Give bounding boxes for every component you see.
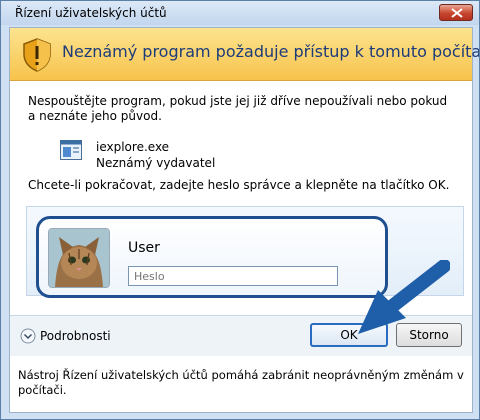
kitten-picture-icon — [49, 229, 109, 287]
username-label: User — [128, 240, 160, 256]
warning-banner: Neznámý program požaduje přístup k tomut… — [10, 28, 479, 81]
shield-warning-icon — [23, 38, 51, 72]
program-name: iexplore.exe — [96, 140, 170, 154]
instruction-text: Chcete-li pokračovat, zadejte heslo sprá… — [28, 178, 450, 192]
close-icon — [451, 8, 463, 18]
user-avatar — [48, 228, 110, 288]
footnote-text: Nástroj Řízení uživatelských účtů pomáhá… — [18, 368, 464, 397]
description-text: Nespouštějte program, pokud jste jej již… — [28, 94, 448, 123]
window-title: Řízení uživatelských účtů — [15, 6, 167, 20]
uac-dialog-window: Řízení uživatelských účtů Neznámý progra… — [0, 0, 480, 420]
program-icon — [60, 140, 82, 160]
details-toggle[interactable]: Podrobnosti — [40, 329, 111, 343]
password-field[interactable] — [128, 266, 338, 286]
dialog-body: Neznámý program požaduje přístup k tomut… — [9, 27, 479, 413]
chevron-down-icon[interactable] — [20, 328, 36, 344]
program-publisher: Neznámý vydavatel — [96, 156, 216, 170]
warning-title: Neznámý program požaduje přístup k tomut… — [62, 42, 480, 61]
title-bar[interactable]: Řízení uživatelských účtů — [1, 1, 479, 25]
close-button[interactable] — [439, 4, 473, 21]
pointer-arrow-icon — [358, 260, 450, 334]
